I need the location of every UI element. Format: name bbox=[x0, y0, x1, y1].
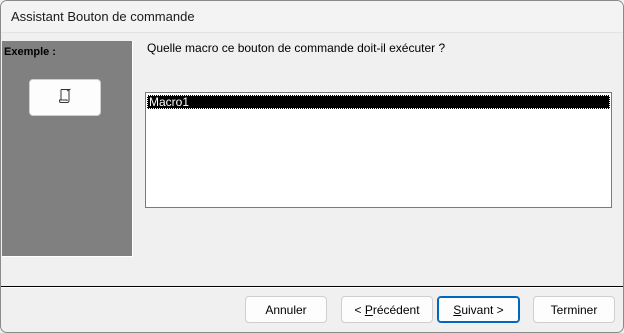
title-bar[interactable]: Assistant Bouton de commande bbox=[1, 1, 623, 33]
macro-scroll-icon bbox=[58, 88, 72, 107]
previous-prefix: < bbox=[354, 302, 365, 317]
previous-rest: récédent bbox=[372, 302, 420, 317]
finish-button[interactable]: Terminer bbox=[533, 296, 615, 323]
example-label: Exemple : bbox=[4, 46, 56, 58]
macro-listbox[interactable]: Macro1 bbox=[145, 92, 612, 208]
footer-separator bbox=[1, 286, 623, 288]
next-button[interactable]: Suivant > bbox=[437, 296, 520, 323]
finish-button-label: Terminer bbox=[550, 302, 598, 317]
previous-mnemonic: P bbox=[364, 302, 373, 317]
next-mnemonic: S bbox=[453, 302, 462, 317]
example-preview-button bbox=[29, 79, 101, 116]
next-rest: uivant > bbox=[461, 302, 504, 317]
list-item-macro1[interactable]: Macro1 bbox=[147, 95, 610, 109]
macro-question: Quelle macro ce bouton de commande doit-… bbox=[147, 41, 446, 55]
window-title: Assistant Bouton de commande bbox=[11, 9, 195, 24]
cancel-button[interactable]: Annuler bbox=[245, 296, 327, 323]
cancel-button-label: Annuler bbox=[265, 302, 307, 317]
example-panel: Exemple : bbox=[2, 41, 133, 257]
previous-button[interactable]: < Précédent bbox=[341, 296, 433, 323]
wizard-dialog: Assistant Bouton de commande Exemple : Q… bbox=[0, 0, 624, 333]
